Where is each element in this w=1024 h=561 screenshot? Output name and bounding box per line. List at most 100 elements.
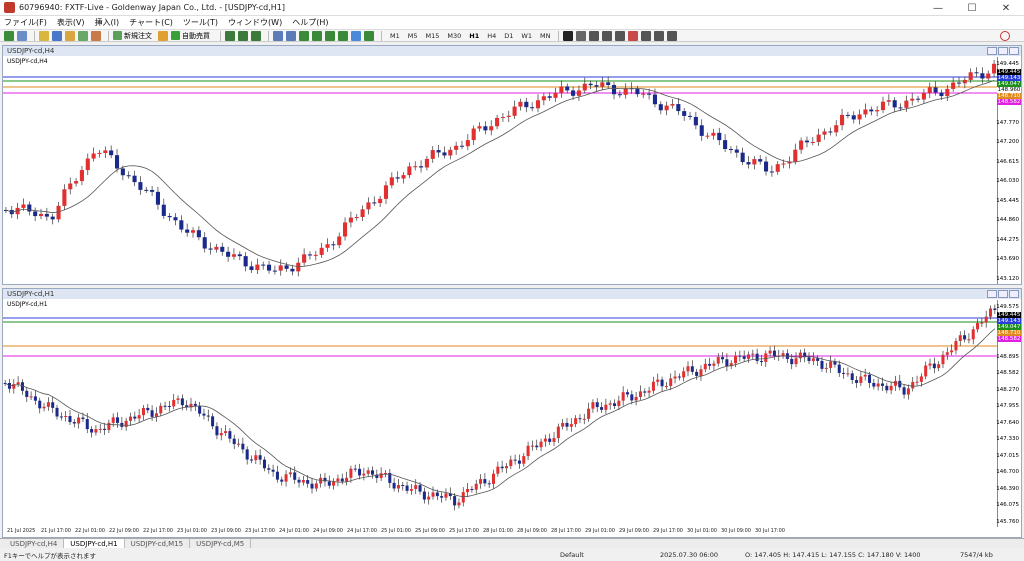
chart-window-h4[interactable]: USDJPY-cd,H4 USDJPY-cd,H4 149.445148.960…: [2, 45, 1022, 285]
chart-plot-h1[interactable]: USDJPY-cd,H1 149.575149.445149.210148.89…: [3, 300, 1021, 527]
price-scale-h1[interactable]: 149.575149.445149.210148.895148.582148.2…: [996, 300, 1021, 527]
arrows-icon[interactable]: [667, 30, 678, 41]
minimize-button[interactable]: —: [924, 0, 952, 16]
fibonacci-icon[interactable]: [628, 30, 639, 41]
horizontal-line-icon[interactable]: [602, 30, 613, 41]
candle-body: [193, 403, 197, 406]
timeframe-button-m5[interactable]: M5: [408, 32, 418, 40]
tile-windows-icon[interactable]: [299, 30, 309, 41]
zoom-in-icon[interactable]: [273, 30, 283, 41]
profiles-icon[interactable]: [17, 30, 27, 41]
bar-chart-icon[interactable]: [225, 30, 235, 41]
candle-body: [90, 429, 94, 433]
chart-tab[interactable]: USDJPY-cd,H4: [4, 538, 65, 549]
candle-body: [435, 492, 439, 497]
price-scale-h4[interactable]: 149.445148.960148.355147.770147.200146.6…: [996, 57, 1021, 284]
terminal-icon[interactable]: [78, 30, 88, 41]
maximize-button[interactable]: ☐: [958, 0, 986, 16]
line-chart-icon[interactable]: [251, 30, 261, 41]
price-tick-label: 146.030: [996, 178, 1019, 185]
candle-body: [275, 471, 279, 480]
chart-tab[interactable]: USDJPY-cd,M5: [190, 538, 252, 549]
chart-tab[interactable]: USDJPY-cd,H1: [64, 538, 125, 549]
trendline-icon[interactable]: [615, 30, 626, 41]
candle-body: [621, 392, 625, 401]
menu-item[interactable]: ファイル(F): [4, 17, 47, 28]
chart-close-button[interactable]: [1009, 290, 1019, 298]
search-icon[interactable]: [1000, 31, 1010, 41]
candle-body: [301, 480, 305, 483]
auto-trade-icon: [171, 31, 180, 40]
candle-body: [128, 416, 133, 421]
timeframe-button-m1[interactable]: M1: [390, 32, 400, 40]
zoom-out-icon[interactable]: [286, 30, 296, 41]
candle-body: [72, 422, 76, 424]
crosshair-icon[interactable]: [576, 30, 587, 41]
cursor-icon[interactable]: [563, 30, 574, 41]
templates-icon[interactable]: [364, 30, 374, 41]
menu-item[interactable]: 挿入(I): [95, 17, 120, 28]
candle-body: [547, 96, 552, 98]
price-tick-label: 146.615: [996, 158, 1019, 165]
chart-plot-h4[interactable]: USDJPY-cd,H4 149.445148.960148.355147.77…: [3, 57, 1021, 284]
candle-body: [331, 244, 336, 246]
price-tick-label: 144.860: [996, 217, 1019, 224]
candle-body: [124, 420, 128, 427]
label-icon[interactable]: [654, 30, 665, 41]
metaeditor-icon[interactable]: [158, 30, 168, 41]
menu-item[interactable]: ヘルプ(H): [292, 17, 328, 28]
chart-maximize-button[interactable]: [998, 47, 1008, 55]
candlestick-chart-h1[interactable]: [3, 300, 997, 527]
timeframe-button-mn[interactable]: MN: [540, 32, 550, 40]
candle-body: [132, 175, 137, 183]
candle-body: [495, 117, 500, 127]
candle-body: [846, 373, 850, 375]
candle-body: [578, 418, 582, 420]
candle-body: [479, 479, 483, 484]
chart-window-h1[interactable]: USDJPY-cd,H1 USDJPY-cd,H1 149.575149.445…: [2, 288, 1022, 538]
candle-body: [807, 357, 811, 362]
chart-close-button[interactable]: [1009, 47, 1019, 55]
periods-icon[interactable]: [351, 30, 361, 41]
chart-maximize-button[interactable]: [998, 290, 1008, 298]
menu-item[interactable]: ウィンドウ(W): [228, 17, 282, 28]
chart-shift-icon[interactable]: [325, 30, 335, 41]
candle-body: [569, 424, 573, 427]
menu-item[interactable]: チャート(C): [129, 17, 173, 28]
separator: [558, 30, 560, 41]
title-bar: 60796940: FXTF-Live - Goldenway Japan Co…: [0, 0, 1024, 16]
close-button[interactable]: ✕: [992, 0, 1020, 16]
menu-item[interactable]: 表示(V): [57, 17, 85, 28]
candle-body: [658, 104, 663, 111]
text-icon[interactable]: [641, 30, 652, 41]
data-window-icon[interactable]: [52, 30, 62, 41]
indicators-icon[interactable]: [338, 30, 348, 41]
chart-minimize-button[interactable]: [987, 290, 997, 298]
timeframe-button-d1[interactable]: D1: [504, 32, 513, 40]
timeframe-button-m15[interactable]: M15: [426, 32, 440, 40]
candle-body: [559, 86, 564, 93]
autoscroll-icon[interactable]: [312, 30, 322, 41]
navigator-icon[interactable]: [65, 30, 75, 41]
candle-body: [348, 217, 353, 223]
candle-body: [33, 211, 38, 217]
auto-trade-button[interactable]: 自動売買: [171, 31, 210, 41]
vertical-line-icon[interactable]: [589, 30, 600, 41]
timeframe-button-m30[interactable]: M30: [447, 32, 461, 40]
chart-tab[interactable]: USDJPY-cd,M15: [125, 538, 191, 549]
strategy-tester-icon[interactable]: [91, 30, 101, 41]
timeframe-button-h1[interactable]: H1: [469, 32, 479, 40]
candlestick-icon[interactable]: [238, 30, 248, 41]
candle-body: [46, 402, 50, 407]
timeframe-button-h4[interactable]: H4: [487, 32, 496, 40]
chart-minimize-button[interactable]: [987, 47, 997, 55]
market-watch-icon[interactable]: [39, 30, 49, 41]
candlestick-chart-h4[interactable]: [3, 57, 997, 284]
price-tick-label: 147.955: [996, 403, 1019, 410]
timeframe-button-w1[interactable]: W1: [521, 32, 532, 40]
candle-body: [855, 380, 859, 383]
new-order-button[interactable]: 新規注文: [113, 31, 152, 41]
menu-item[interactable]: ツール(T): [183, 17, 218, 28]
status-profile: Default: [560, 550, 584, 559]
new-chart-icon[interactable]: [4, 30, 14, 41]
